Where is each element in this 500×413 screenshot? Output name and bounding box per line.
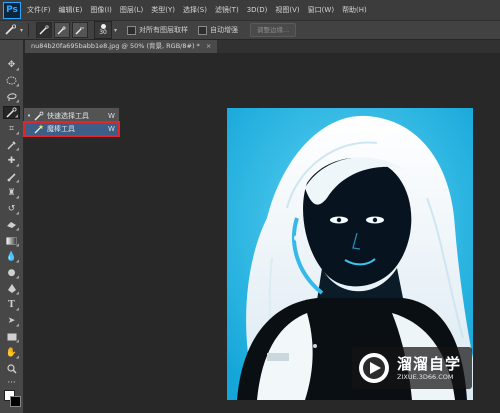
brush-new-icon [39, 25, 49, 35]
play-logo-icon [359, 353, 389, 383]
crop-tool[interactable]: ⌗ ◢ [3, 122, 20, 136]
lasso-tool[interactable]: ◢ [3, 90, 20, 103]
menu-type[interactable]: 类型(Y) [151, 5, 175, 15]
more-tools-button[interactable]: ··· [3, 376, 20, 389]
pen-tool[interactable]: ◢ [3, 282, 20, 295]
watermark-url: ZIXUE.3D66.COM [397, 372, 454, 381]
tools-panel: ✥ ◢ ◢ ◢ ◢ ⌗ ◢ ◢ ✚ ◢ ◢ ♜ ◢ ↺ ◢ ◢ ◢ 💧 ◢ ● ◢ ◢ T ◢ … [0, 40, 24, 413]
marquee-tool[interactable]: ◢ [3, 74, 20, 87]
healing-brush-tool[interactable]: ✚ ◢ [3, 154, 20, 168]
menu-3d[interactable]: 3D(D) [247, 6, 268, 14]
menu-image[interactable]: 图像(I) [90, 5, 112, 15]
brush-subtract-icon [75, 27, 85, 35]
zoom-tool[interactable] [3, 362, 20, 375]
eyedropper-tool[interactable]: ◢ [3, 138, 20, 151]
color-swatches[interactable] [4, 390, 21, 407]
document-tab[interactable]: nu84b20fa695babb1e8.jpg @ 50% (背景, RGB/8… [25, 40, 218, 53]
watermark-title: 溜溜自学 [397, 354, 462, 373]
watermark-text: 溜溜自学 ZIXUE.3D66.COM [397, 355, 461, 382]
new-selection-button[interactable] [36, 22, 53, 38]
flyout-item-magic-wand[interactable]: 魔棒工具 W [23, 121, 120, 137]
sample-all-layers-checkbox[interactable]: 对所有图层取样 [127, 25, 188, 35]
brush-add-icon [57, 26, 67, 35]
dodge-tool-icon: ● [7, 267, 16, 278]
background-color-swatch[interactable] [10, 396, 21, 407]
ellipsis-icon: ··· [7, 377, 16, 388]
eraser-tool[interactable]: ◢ [3, 218, 20, 231]
divider [28, 23, 30, 37]
history-brush-tool[interactable]: ↺ ◢ [3, 202, 20, 216]
flyout-item-shortcut: W [108, 112, 115, 120]
flyout-item-quick-selection[interactable]: • 快速选择工具 W [25, 110, 118, 122]
menu-edit[interactable]: 编辑(E) [59, 5, 83, 15]
subtract-from-selection-button[interactable] [72, 22, 89, 38]
quick-selection-flyout-menu: • 快速选择工具 W 魔棒工具 W [23, 107, 120, 137]
quick-selection-tool[interactable]: ◢ [3, 106, 20, 119]
brush-size-picker[interactable]: 30 [94, 21, 113, 39]
move-tool[interactable]: ✥ ◢ [3, 58, 20, 72]
sample-all-layers-label: 对所有图层取样 [139, 26, 189, 34]
auto-enhance-checkbox[interactable]: 自动增强 [198, 25, 238, 35]
flyout-item-label: 快速选择工具 [47, 112, 89, 120]
menu-filter[interactable]: 滤镜(T) [215, 5, 239, 15]
menu-window[interactable]: 窗口(W) [308, 5, 334, 15]
menu-view[interactable]: 视图(V) [275, 5, 299, 15]
tool-preset-picker[interactable] [4, 23, 18, 37]
move-tool-icon: ✥ [7, 59, 16, 70]
menu-file[interactable]: 文件(F) [27, 5, 51, 15]
gradient-tool[interactable]: ◢ [3, 234, 20, 247]
clone-stamp-tool[interactable]: ♜ ◢ [3, 186, 20, 200]
checkbox-box[interactable] [198, 25, 208, 35]
options-bar: ▾ 30 ▾ 对所有图层取样 自动增强 调整边缘... [0, 20, 500, 40]
checkbox-box[interactable] [127, 25, 137, 35]
healing-brush-icon: ✚ [7, 155, 16, 166]
menu-bar: Ps 文件(F) 编辑(E) 图像(I) 图层(L) 类型(Y) 选择(S) 滤… [0, 0, 500, 20]
flyout-item-shortcut: W [108, 125, 115, 133]
menu-help[interactable]: 帮助(H) [342, 5, 367, 15]
refine-edge-button[interactable]: 调整边缘... [250, 23, 297, 37]
clone-stamp-icon: ♜ [7, 187, 16, 198]
magic-wand-icon [33, 124, 45, 134]
photoshop-logo: Ps [3, 1, 21, 19]
document-tab-title: nu84b20fa695babb1e8.jpg @ 50% (背景, RGB/8… [31, 42, 200, 50]
zoom-tool-icon [6, 363, 17, 374]
history-brush-icon: ↺ [7, 203, 16, 214]
menu-layer[interactable]: 图层(L) [120, 5, 143, 15]
brush-tool[interactable]: ◢ [3, 170, 20, 183]
chevron-down-icon[interactable]: ▾ [20, 27, 23, 34]
path-selection-icon: ➤ [7, 315, 16, 326]
path-selection-tool[interactable]: ➤ ◢ [3, 314, 20, 328]
dodge-tool[interactable]: ● ◢ [3, 266, 20, 280]
type-tool-icon: T [8, 299, 15, 310]
menu-select[interactable]: 选择(S) [183, 5, 207, 15]
hand-tool[interactable]: ✋ ◢ [3, 346, 20, 360]
flyout-item-label: 魔棒工具 [47, 125, 75, 133]
close-icon[interactable]: × [206, 42, 211, 50]
brush-size-value: 30 [99, 29, 107, 36]
quick-selection-icon [33, 111, 45, 121]
type-tool[interactable]: T ◢ [3, 298, 20, 312]
crop-tool-icon: ⌗ [8, 123, 15, 134]
document-tab-strip: nu84b20fa695babb1e8.jpg @ 50% (背景, RGB/8… [25, 40, 500, 53]
chevron-down-icon[interactable]: ▾ [114, 27, 117, 34]
auto-enhance-label: 自动增强 [210, 26, 239, 34]
quick-selection-icon [5, 24, 16, 35]
rectangle-tool[interactable]: ◢ [3, 330, 20, 343]
watermark: 溜溜自学 ZIXUE.3D66.COM [352, 347, 472, 389]
blur-tool[interactable]: 💧 ◢ [3, 250, 20, 264]
add-to-selection-button[interactable] [54, 22, 71, 38]
